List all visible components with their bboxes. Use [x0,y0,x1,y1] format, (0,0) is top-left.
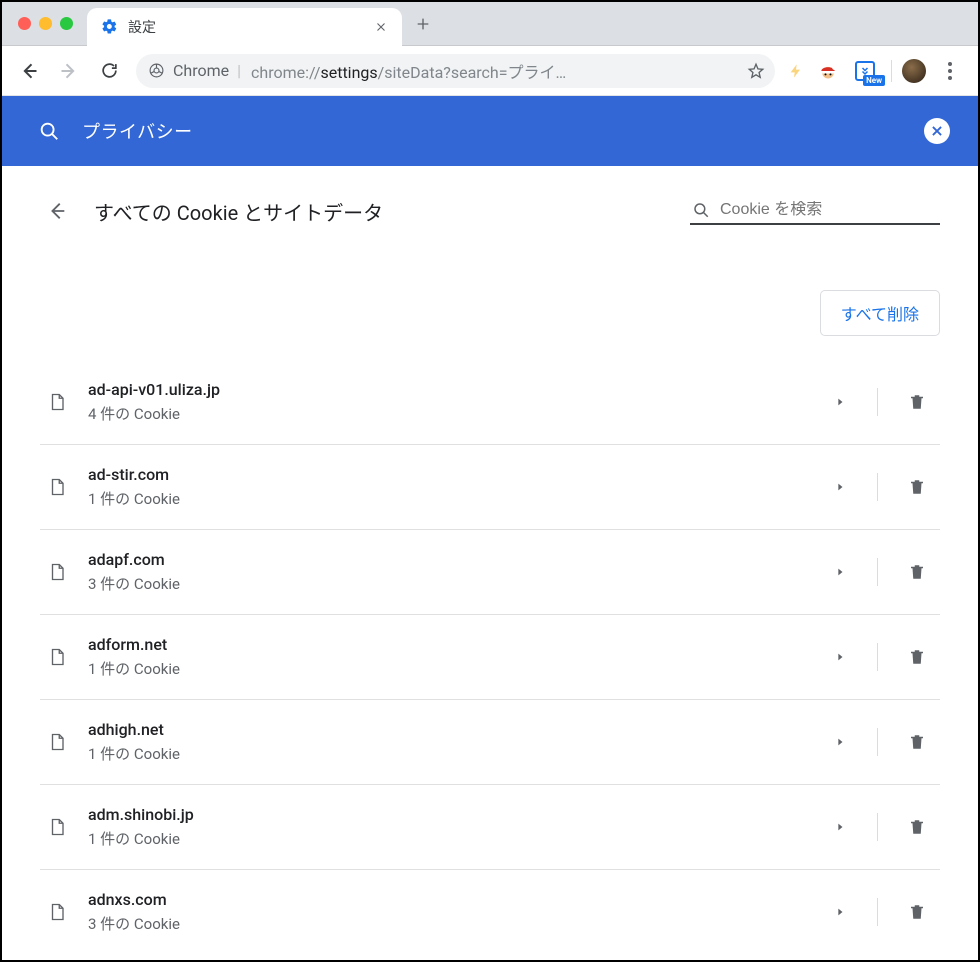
site-info: adm.shinobi.jp 1 件の Cookie [88,805,811,849]
site-info: adapf.com 3 件の Cookie [88,550,811,594]
site-domain: adhigh.net [88,720,811,739]
row-separator [877,898,878,926]
nav-reload-button[interactable] [92,54,126,88]
page-title: すべての Cookie とサイトデータ [94,197,670,226]
expand-icon[interactable] [829,735,851,749]
toolbar-actions: New [785,59,968,83]
gear-icon [101,18,118,35]
delete-site-button[interactable] [904,562,930,582]
address-bar[interactable]: Chrome | chrome://settings/siteData?sear… [136,54,775,88]
site-row[interactable]: ad-stir.com 1 件の Cookie [40,444,940,529]
site-row[interactable]: adhigh.net 1 件の Cookie [40,699,940,784]
window-close-button[interactable] [18,17,31,30]
site-identity-chip[interactable]: Chrome | [148,61,241,80]
new-label: New [863,75,885,86]
delete-site-button[interactable] [904,902,930,922]
site-info: adnxs.com 3 件の Cookie [88,890,811,934]
site-cookie-count: 1 件の Cookie [88,658,811,679]
settings-back-button[interactable] [40,194,74,228]
site-info: adhigh.net 1 件の Cookie [88,720,811,764]
expand-icon[interactable] [829,905,851,919]
delete-site-button[interactable] [904,647,930,667]
document-icon [44,561,70,583]
delete-site-button[interactable] [904,732,930,752]
site-cookie-count: 1 件の Cookie [88,743,811,764]
extension-new-icon[interactable]: New [849,60,881,82]
document-icon [44,731,70,753]
site-info: ad-api-v01.uliza.jp 4 件の Cookie [88,380,811,424]
expand-icon[interactable] [829,395,851,409]
chip-separator: | [237,61,241,80]
window-tab-strip: 設定 [2,2,978,46]
tab-title: 設定 [128,17,362,37]
chrome-icon [148,62,165,79]
expand-icon[interactable] [829,565,851,579]
row-separator [877,728,878,756]
row-separator [877,643,878,671]
delete-site-button[interactable] [904,817,930,837]
row-separator [877,388,878,416]
site-cookie-count: 3 件の Cookie [88,913,811,934]
url-text: chrome://settings/siteData?search=プライ… [251,59,737,83]
amp-icon[interactable] [785,60,807,82]
site-row[interactable]: adform.net 1 件の Cookie [40,614,940,699]
expand-icon[interactable] [829,650,851,664]
expand-icon[interactable] [829,820,851,834]
page-header: すべての Cookie とサイトデータ [40,184,940,242]
tab-close-button[interactable] [372,18,390,36]
search-icon [692,201,710,219]
site-domain: adform.net [88,635,811,654]
search-icon [38,120,60,142]
document-icon [44,901,70,923]
browser-tab[interactable]: 設定 [87,8,402,46]
chrome-menu-button[interactable] [936,62,964,80]
cookie-search-input[interactable] [720,201,938,219]
clear-search-button[interactable] [924,118,950,144]
profile-avatar[interactable] [902,59,926,83]
traffic-lights [2,17,87,30]
delete-all-button[interactable]: すべて削除 [820,290,940,336]
document-icon [44,646,70,668]
site-info: ad-stir.com 1 件の Cookie [88,465,811,509]
site-info: adform.net 1 件の Cookie [88,635,811,679]
site-row[interactable]: ad-api-v01.uliza.jp 4 件の Cookie [40,360,940,444]
document-icon [44,476,70,498]
site-domain: adnxs.com [88,890,811,909]
window-zoom-button[interactable] [60,17,73,30]
row-separator [877,473,878,501]
site-data-list: ad-api-v01.uliza.jp 4 件の Cookie ad-stir.co… [40,360,940,954]
toolbar-separator [891,60,892,82]
site-cookie-count: 3 件の Cookie [88,573,811,594]
document-icon [44,816,70,838]
settings-search-query[interactable]: プライバシー [82,118,902,144]
document-icon [44,391,70,413]
delete-site-button[interactable] [904,477,930,497]
site-domain: adm.shinobi.jp [88,805,811,824]
site-cookie-count: 4 件の Cookie [88,403,811,424]
site-row[interactable]: adm.shinobi.jp 1 件の Cookie [40,784,940,869]
row-separator [877,558,878,586]
site-cookie-count: 1 件の Cookie [88,488,811,509]
site-row[interactable]: adapf.com 3 件の Cookie [40,529,940,614]
extension-santa-icon[interactable] [817,60,839,82]
bookmark-star-icon[interactable] [747,62,765,80]
browser-toolbar: Chrome | chrome://settings/siteData?sear… [2,46,978,96]
window-minimize-button[interactable] [39,17,52,30]
nav-forward-button[interactable] [52,54,86,88]
site-domain: ad-api-v01.uliza.jp [88,380,811,399]
site-row[interactable]: adnxs.com 3 件の Cookie [40,869,940,954]
delete-site-button[interactable] [904,392,930,412]
new-tab-button[interactable] [408,9,438,39]
expand-icon[interactable] [829,480,851,494]
site-domain: adapf.com [88,550,811,569]
settings-search-banner: プライバシー [2,96,978,166]
cookie-search-field[interactable] [690,197,940,225]
nav-back-button[interactable] [12,54,46,88]
site-chip-label: Chrome [173,61,229,80]
site-domain: ad-stir.com [88,465,811,484]
site-cookie-count: 1 件の Cookie [88,828,811,849]
row-separator [877,813,878,841]
